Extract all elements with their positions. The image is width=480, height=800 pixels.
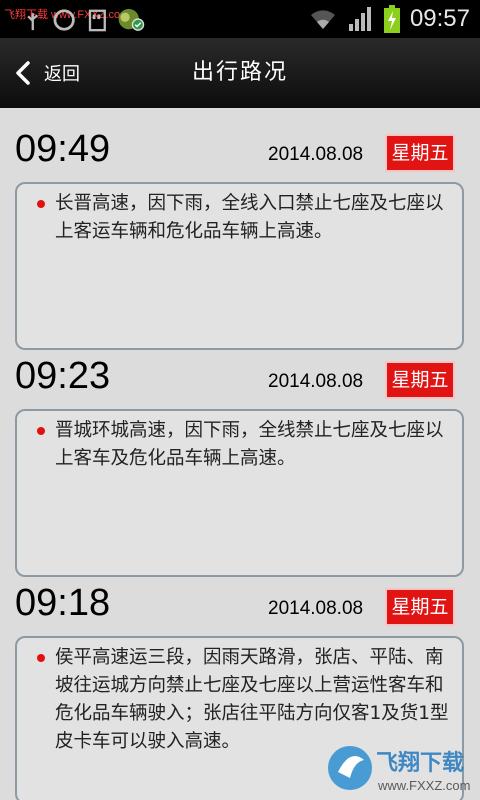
entry-time: 09:18: [15, 582, 111, 624]
status-time: 09:57: [409, 5, 470, 32]
back-label: 返回: [44, 64, 80, 85]
status-bar: 飞翔下载 www.FXXZ.com 09:57: [0, 0, 480, 38]
watermark-url: www.FXXZ.com: [377, 778, 470, 793]
traffic-list[interactable]: 09:49 2014.08.08 星期五 长晋高速，因下雨，全线入口禁止七座及七…: [0, 108, 480, 800]
entry-date: 2014.08.08: [268, 144, 364, 165]
entry-time: 09:23: [15, 355, 111, 397]
bullet-dot-icon: [37, 427, 45, 435]
chevron-left-icon: [16, 61, 30, 85]
weekday-badge: 星期五: [385, 134, 455, 172]
list-item[interactable]: 09:49 2014.08.08 星期五 长晋高速，因下雨，全线入口禁止七座及七…: [0, 108, 480, 350]
entry-date: 2014.08.08: [268, 598, 364, 619]
bullet-dot-icon: [37, 654, 45, 662]
entry-time: 09:49: [15, 128, 111, 170]
entry-text: 晋城环城高速，因下雨，全线禁止七座及七座以上客车及危化品车辆上高速。: [55, 420, 444, 469]
app-notification-icon: [118, 8, 145, 31]
entry-text: 长晋高速，因下雨，全线入口禁止七座及七座以上客运车辆和危化品车辆上高速。: [55, 193, 444, 242]
weekday-badge: 星期五: [385, 588, 455, 626]
title-bar: 出行路况 返回: [0, 38, 480, 108]
list-item[interactable]: 09:23 2014.08.08 星期五 晋城环城高速，因下雨，全线禁止七座及七…: [0, 335, 480, 577]
entry-card[interactable]: 晋城环城高速，因下雨，全线禁止七座及七座以上客车及危化品车辆上高速。: [15, 409, 464, 577]
back-button[interactable]: 返回: [14, 38, 80, 108]
watermark-logo: 飞翔下载 www.FXXZ.com: [328, 746, 470, 793]
bullet-dot-icon: [37, 200, 45, 208]
sd-card-icon: [88, 9, 106, 32]
weekday-badge: 星期五: [385, 361, 455, 399]
entry-date: 2014.08.08: [268, 371, 364, 392]
usb-icon: [27, 13, 39, 31]
status-right: 09:57: [308, 3, 470, 35]
battery-charging-icon: [383, 5, 400, 33]
status-left-icons: [27, 8, 145, 32]
entry-card[interactable]: 长晋高速，因下雨，全线入口禁止七座及七座以上客运车辆和危化品车辆上高速。: [15, 182, 464, 350]
wifi-icon: [310, 10, 335, 29]
watermark-name: 飞翔下载: [376, 750, 464, 776]
sync-icon: [53, 9, 75, 31]
signal-icon: [348, 7, 371, 31]
